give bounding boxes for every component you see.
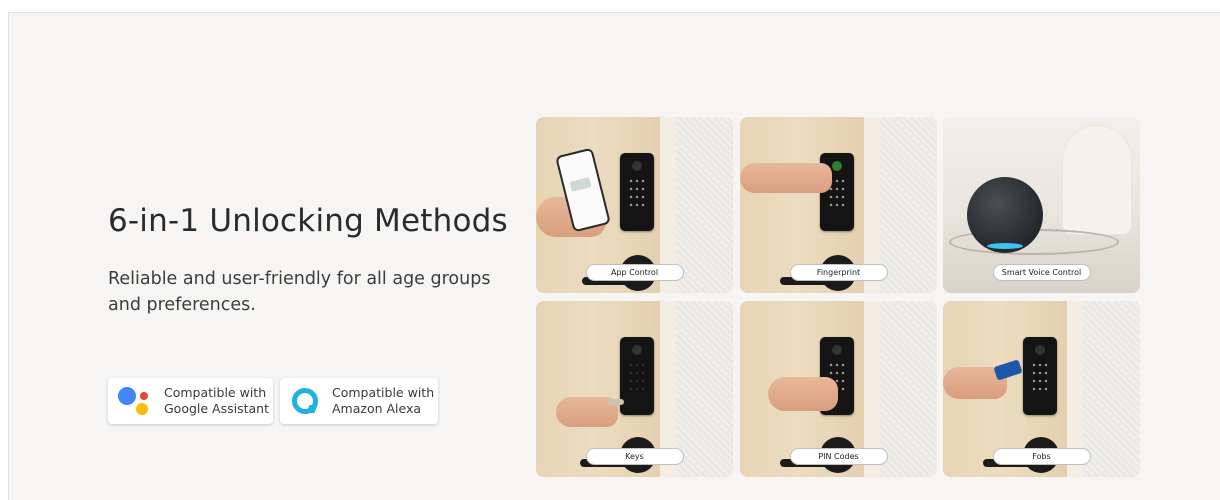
badge-line2: Amazon Alexa	[332, 401, 422, 416]
amazon-alexa-badge: Compatible with Amazon Alexa	[280, 378, 438, 424]
method-label: Smart Voice Control	[992, 264, 1091, 281]
method-label: Keys	[585, 448, 684, 465]
method-label: App Control	[585, 264, 684, 281]
smart-lock-image	[620, 337, 654, 415]
tile-fingerprint: Fingerprint	[740, 117, 937, 293]
tile-app-control: App Control	[536, 117, 733, 293]
badge-line1: Compatible with	[332, 385, 435, 400]
method-label: Fobs	[992, 448, 1091, 465]
badge-line2: Google Assistant	[164, 401, 269, 416]
amazon-alexa-icon	[292, 388, 318, 414]
smart-lock-image	[620, 153, 654, 231]
tile-keys: Keys	[536, 301, 733, 477]
method-label: Fingerprint	[789, 264, 888, 281]
method-label: PIN Codes	[789, 448, 888, 465]
tile-pin-codes: PIN Codes	[740, 301, 937, 477]
page-subtitle: Reliable and user-friendly for all age g…	[108, 269, 491, 315]
unlock-methods-grid: App Control Fingerprint Smart Voice Cont…	[536, 117, 1140, 477]
smart-lock-image	[1023, 337, 1057, 415]
google-assistant-badge: Compatible with Google Assistant	[108, 378, 273, 424]
google-assistant-icon	[118, 383, 154, 419]
key-icon	[608, 399, 624, 405]
tile-fobs: Fobs	[943, 301, 1140, 477]
page-title: 6-in-1 Unlocking Methods	[108, 203, 508, 239]
smart-speaker-icon	[967, 177, 1043, 253]
tile-smart-voice-control: Smart Voice Control	[943, 117, 1140, 293]
badge-line1: Compatible with	[164, 385, 267, 400]
